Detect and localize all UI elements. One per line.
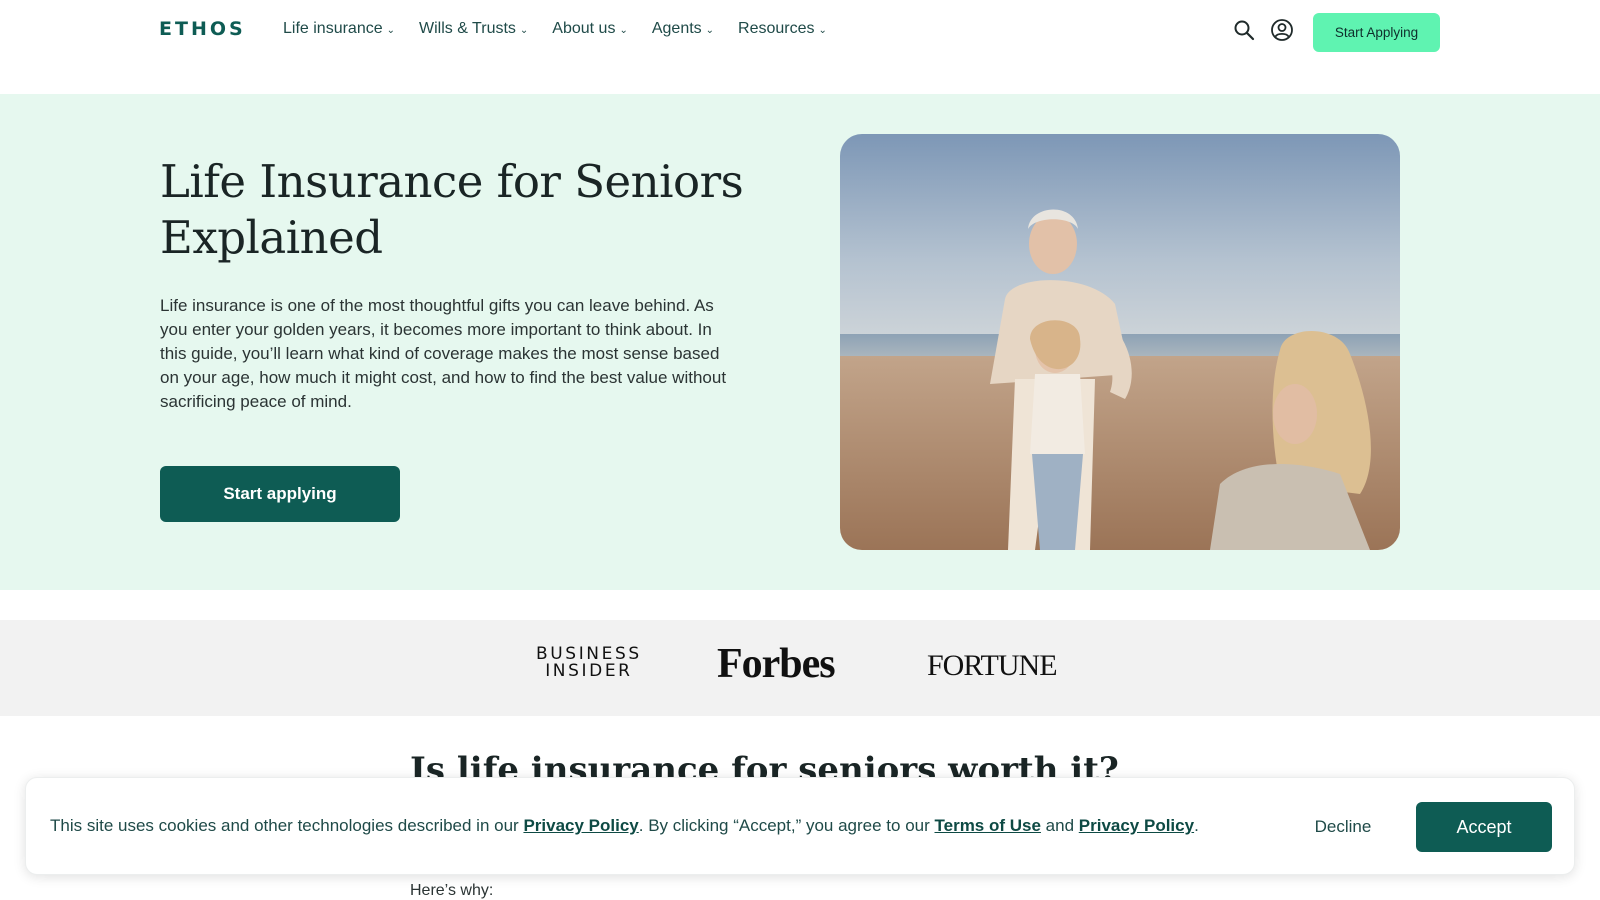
- start-applying-button[interactable]: Start Applying: [1313, 13, 1440, 52]
- decline-button[interactable]: Decline: [1288, 802, 1398, 852]
- nav-item-label: Resources: [738, 20, 815, 37]
- nav-item-about-us[interactable]: About us ⌄: [552, 20, 628, 38]
- nav-item-label: Agents: [651, 20, 702, 37]
- cookie-text-part: . By clicking “Accept,” you agree to our: [638, 816, 935, 835]
- privacy-policy-link[interactable]: Privacy Policy: [523, 816, 638, 835]
- cookie-text-part: This site uses cookies and other technol…: [50, 816, 524, 835]
- chevron-down-icon: ⌄: [519, 24, 529, 36]
- nav-item-label: About us: [552, 20, 616, 37]
- chevron-down-icon: ⌄: [818, 24, 827, 36]
- fortune-logo: FORTUNE: [927, 649, 1058, 682]
- cookie-text-part: and: [1040, 816, 1079, 835]
- cookie-banner: This site uses cookies and other technol…: [25, 777, 1575, 875]
- cookie-text-part: .: [1194, 816, 1199, 835]
- chevron-down-icon: ⌄: [705, 24, 715, 36]
- privacy-policy-link-2[interactable]: Privacy Policy: [1079, 816, 1194, 835]
- hero-section: Life Insurance for Seniors Explained Lif…: [0, 94, 1600, 590]
- page-title: Life Insurance for Seniors Explained: [160, 154, 760, 266]
- chevron-down-icon: ⌄: [619, 24, 628, 36]
- start-applying-hero-button[interactable]: Start applying: [160, 466, 400, 522]
- nav-item-label: Wills & Trusts: [419, 20, 516, 37]
- nav-item-label: Life insurance: [283, 20, 383, 37]
- nav-item-resources[interactable]: Resources ⌄: [738, 20, 827, 38]
- nav-item-agents[interactable]: Agents ⌄: [652, 20, 714, 38]
- business-insider-logo: BUSINESS INSIDER: [536, 646, 642, 680]
- hero-description: Life insurance is one of the most though…: [160, 296, 727, 411]
- site-header: ETHOS Life insurance ⌄ Wills & Trusts ⌄ …: [0, 0, 1600, 94]
- title-line-2: Explained: [160, 211, 383, 264]
- press-logos-bar: BUSINESS INSIDER Forbes FORTUNE: [0, 620, 1600, 716]
- user-circle-icon[interactable]: [1270, 18, 1294, 42]
- terms-of-use-link[interactable]: Terms of Use: [935, 816, 1041, 835]
- ethos-logo[interactable]: ETHOS: [159, 18, 246, 40]
- title-line-1: Life Insurance for Seniors: [160, 155, 744, 208]
- logo-line-2: INSIDER: [545, 661, 633, 681]
- article-subheading: Here’s why:: [410, 882, 494, 899]
- accept-button[interactable]: Accept: [1416, 802, 1552, 852]
- nav-item-life-insurance[interactable]: Life insurance ⌄: [283, 20, 395, 38]
- search-icon[interactable]: [1232, 18, 1256, 42]
- cookie-message: This site uses cookies and other technol…: [50, 816, 1199, 836]
- hero-photo: [840, 134, 1400, 550]
- chevron-down-icon: ⌄: [386, 24, 396, 36]
- forbes-logo: Forbes: [717, 641, 836, 687]
- beach-family-image: [840, 134, 1400, 550]
- nav-item-wills-trusts[interactable]: Wills & Trusts ⌄: [419, 20, 528, 38]
- main-nav: Life insurance ⌄ Wills & Trusts ⌄ About …: [283, 20, 827, 38]
